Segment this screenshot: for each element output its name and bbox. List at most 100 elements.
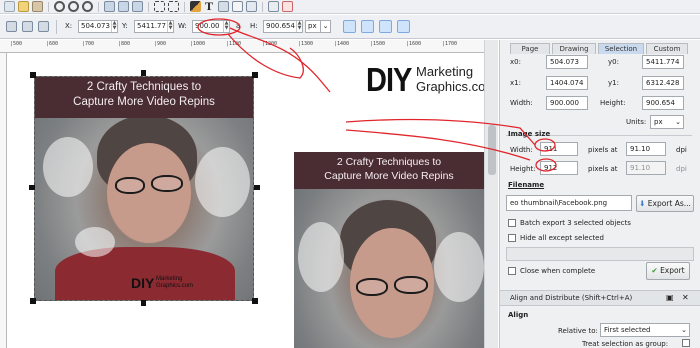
units-select[interactable]: px ⌄: [650, 115, 684, 129]
ungroup-icon[interactable]: [168, 1, 179, 12]
xml-editor-icon[interactable]: [232, 1, 243, 12]
dpi-label: dpi: [676, 165, 687, 173]
x1-field[interactable]: 1404.074: [546, 76, 588, 90]
preferences-icon[interactable]: [268, 1, 279, 12]
tab-page[interactable]: Page: [510, 43, 550, 54]
group-icon[interactable]: [154, 1, 165, 12]
resize-handle-bottom[interactable]: [141, 300, 146, 306]
zoom-selection-icon[interactable]: [68, 1, 79, 12]
batch-export-checkbox[interactable]: [508, 219, 516, 227]
w-field[interactable]: 900.00 ▲ ▼: [192, 20, 230, 33]
tab-selection[interactable]: Selection: [598, 43, 644, 54]
relative-to-label: Relative to:: [558, 327, 598, 335]
y1-value: 6312.428: [646, 79, 680, 87]
x0-field[interactable]: 504.073: [546, 55, 588, 69]
resize-handle-top-right[interactable]: [252, 72, 258, 78]
y1-label: y1:: [608, 79, 619, 87]
y-spin-icon[interactable]: ▲ ▼: [167, 21, 173, 32]
canvas-vertical-scrollbar[interactable]: [484, 40, 498, 348]
mini-logo-line-1: Marketing: [156, 276, 183, 282]
tab-drawing[interactable]: Drawing: [552, 43, 596, 54]
ruler-tick: |1700: [442, 41, 458, 47]
h-spin-icon[interactable]: ▲ ▼: [296, 21, 302, 32]
hide-all-checkbox[interactable]: [508, 234, 516, 242]
fill-stroke-icon[interactable]: [190, 1, 201, 12]
resize-handle-bottom-left[interactable]: [30, 298, 36, 304]
h-field[interactable]: 900.654 ▲ ▼: [263, 20, 303, 33]
transform-patterns-toggle[interactable]: [397, 20, 410, 33]
paste-icon[interactable]: [32, 1, 43, 12]
image-size-title: Image size: [508, 130, 551, 138]
second-image[interactable]: 2 Crafty Techniques to Capture More Vide…: [294, 152, 484, 348]
selected-image[interactable]: 2 Crafty Techniques to Capture More Vide…: [34, 76, 254, 301]
export-as-button[interactable]: ⬇ Export As...: [636, 195, 694, 212]
unit-dropdown-chevron-icon[interactable]: ⌄: [320, 20, 331, 33]
treat-selection-checkbox[interactable]: [682, 339, 690, 347]
align-panel-header[interactable]: Align and Distribute (Shift+Ctrl+A) ▣ ✕: [500, 290, 700, 306]
height-field[interactable]: 900.654: [642, 96, 684, 110]
select-all-icon[interactable]: [6, 21, 17, 32]
subject-glasses: [151, 175, 183, 192]
lock-icon[interactable]: a: [236, 22, 240, 30]
units-label: Units:: [626, 118, 647, 126]
mini-logo: DIY Marketing Graphics.com: [131, 275, 193, 293]
unit-value: px: [308, 22, 317, 30]
img-height-field[interactable]: 912: [540, 161, 578, 175]
horizontal-ruler: |500 |600 |700 |800 |900 |1000 |1100 |12…: [0, 40, 484, 53]
relative-to-chevron-icon[interactable]: ⌄: [681, 324, 689, 336]
raise-to-top-icon[interactable]: [38, 21, 49, 32]
cut-icon[interactable]: [18, 1, 29, 12]
w-spin-icon[interactable]: ▲ ▼: [223, 21, 229, 32]
text-icon[interactable]: T: [205, 0, 216, 12]
new-document-icon[interactable]: [4, 1, 15, 12]
relative-to-select[interactable]: First selected ⌄: [600, 323, 690, 337]
img-width-field[interactable]: 911: [540, 142, 578, 156]
resize-handle-top-left[interactable]: [30, 72, 36, 78]
x-field[interactable]: 504.073 ▲ ▼: [78, 20, 118, 33]
y-field[interactable]: 5411.77 ▲ ▼: [134, 20, 174, 33]
resize-handle-top[interactable]: [141, 70, 146, 76]
export-as-label: Export As...: [647, 199, 691, 208]
resize-handle-right[interactable]: [254, 185, 260, 190]
treat-selection-label: Treat selection as group:: [582, 340, 669, 348]
banner-line-1: 2 Crafty Techniques to: [86, 81, 202, 93]
filename-title: Filename: [508, 181, 545, 189]
title-banner: 2 Crafty Techniques to Capture More Vide…: [35, 77, 253, 118]
duplicate-icon[interactable]: [104, 1, 115, 12]
units-chevron-icon[interactable]: ⌄: [675, 116, 683, 128]
unlink-clone-icon[interactable]: [132, 1, 143, 12]
scrollbar-thumb[interactable]: [488, 125, 496, 175]
commands-toolbar: T: [0, 0, 700, 14]
zoom-icon[interactable]: [54, 1, 65, 12]
ruler-tick: |600: [46, 41, 59, 47]
panel-close-icon[interactable]: ✕: [682, 293, 689, 302]
img-height-label: Height:: [510, 165, 536, 173]
panel-float-icon[interactable]: ▣: [666, 293, 674, 302]
width-field[interactable]: 900.000: [546, 96, 588, 110]
resize-handle-left[interactable]: [29, 185, 35, 190]
resize-handle-bottom-right[interactable]: [252, 298, 258, 304]
document-properties-icon[interactable]: [282, 1, 293, 12]
align-icon[interactable]: [246, 1, 257, 12]
clone-icon[interactable]: [118, 1, 129, 12]
x-spin-icon[interactable]: ▲ ▼: [111, 21, 117, 32]
rotate-90-icon[interactable]: [22, 21, 33, 32]
scale-corners-toggle[interactable]: [361, 20, 374, 33]
img-height-value: 912: [544, 164, 558, 172]
logo-diy: DIY: [366, 62, 412, 99]
transform-gradients-toggle[interactable]: [379, 20, 392, 33]
y0-field[interactable]: 5411.774: [642, 55, 684, 69]
filename-field[interactable]: eo thumbnail\Facebook.png: [506, 195, 632, 211]
scale-stroke-toggle[interactable]: [343, 20, 356, 33]
export-as-icon: ⬇: [639, 199, 646, 208]
zoom-drawing-icon[interactable]: [82, 1, 93, 12]
y-value: 5411.77: [137, 22, 166, 30]
close-when-complete-checkbox[interactable]: [508, 267, 516, 275]
x-value: 504.073: [81, 22, 110, 30]
y1-field[interactable]: 6312.428: [642, 76, 684, 90]
tab-custom[interactable]: Custom: [646, 43, 688, 54]
layers-icon[interactable]: [218, 1, 229, 12]
logo-line-1: Marketing: [416, 64, 474, 79]
export-button[interactable]: ✔ Export: [646, 262, 690, 280]
dpi-width-field[interactable]: 91.10: [626, 142, 666, 156]
